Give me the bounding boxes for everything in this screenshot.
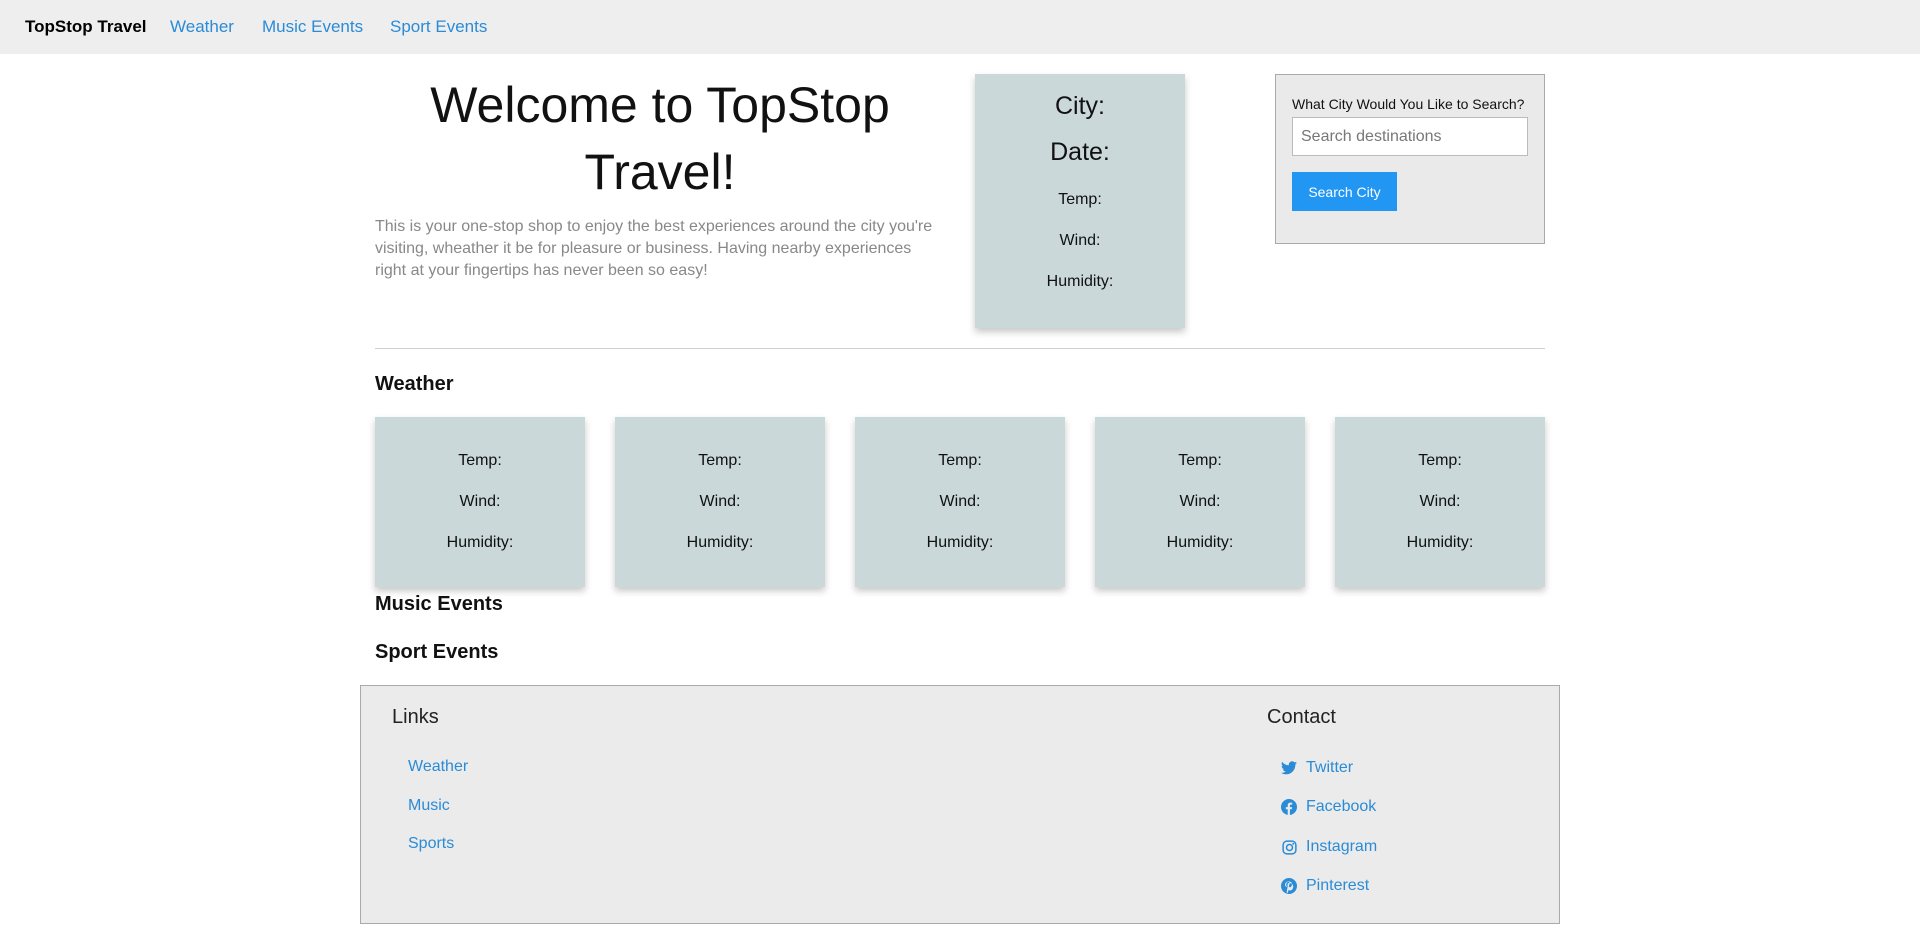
top-navbar: TopStop Travel Weather Music Events Spor…: [0, 0, 1920, 54]
city-search-panel: What City Would You Like to Search? Sear…: [1275, 74, 1545, 244]
section-divider: [375, 348, 1545, 349]
weather-section-heading: Weather: [375, 373, 454, 395]
forecast-temp: Temp:: [458, 452, 502, 469]
hero-description: This is your one-stop shop to enjoy the …: [375, 218, 933, 279]
pinterest-label: Pinterest: [1306, 877, 1370, 894]
facebook-label: Facebook: [1306, 798, 1377, 815]
pinterest-icon: [1281, 878, 1297, 894]
social-link-facebook[interactable]: Facebook: [1281, 796, 1376, 818]
instagram-icon: [1281, 839, 1297, 855]
date-label: Date:: [1050, 138, 1110, 166]
footer: [360, 685, 1560, 924]
forecast-wind: Wind:: [699, 493, 741, 510]
forecast-card: Temp: Wind: Humidity:: [855, 417, 1065, 587]
brand-logo-text[interactable]: TopStop Travel: [25, 17, 147, 37]
forecast-card: Temp: Wind: Humidity:: [1335, 417, 1545, 587]
nav-link-music-events[interactable]: Music Events: [262, 17, 363, 37]
forecast-humidity: Humidity:: [686, 534, 754, 551]
humidity-label: Humidity:: [1046, 273, 1114, 290]
current-weather-card: City: Date: Temp: Wind: Humidity:: [975, 74, 1185, 328]
forecast-wind: Wind:: [939, 493, 981, 510]
social-link-twitter[interactable]: Twitter: [1281, 757, 1353, 779]
social-link-pinterest[interactable]: Pinterest: [1281, 875, 1369, 897]
city-label: City:: [1055, 92, 1105, 120]
twitter-label: Twitter: [1306, 759, 1354, 776]
forecast-humidity: Humidity:: [446, 534, 514, 551]
footer-link-sports[interactable]: Sports: [408, 835, 454, 853]
search-input[interactable]: [1292, 117, 1528, 156]
footer-link-music[interactable]: Music: [408, 797, 450, 815]
instagram-label: Instagram: [1306, 838, 1378, 855]
forecast-wind: Wind:: [1419, 493, 1461, 510]
twitter-icon: [1281, 760, 1297, 776]
forecast-temp: Temp:: [1418, 452, 1462, 469]
footer-link-weather[interactable]: Weather: [408, 758, 468, 776]
forecast-wind: Wind:: [459, 493, 501, 510]
social-link-instagram[interactable]: Instagram: [1281, 836, 1377, 858]
forecast-humidity: Humidity:: [1166, 534, 1234, 551]
forecast-card: Temp: Wind: Humidity:: [615, 417, 825, 587]
forecast-card: Temp: Wind: Humidity:: [375, 417, 585, 587]
forecast-humidity: Humidity:: [1406, 534, 1474, 551]
footer-contact-heading: Contact: [1267, 706, 1336, 728]
search-city-button[interactable]: Search City: [1292, 172, 1397, 211]
forecast-card: Temp: Wind: Humidity:: [1095, 417, 1305, 587]
music-events-heading: Music Events: [375, 593, 503, 615]
sport-events-heading: Sport Events: [375, 641, 499, 663]
page-title: Welcome to TopStop Travel!: [430, 77, 890, 200]
nav-link-sport-events[interactable]: Sport Events: [390, 17, 487, 37]
forecast-wind: Wind:: [1179, 493, 1221, 510]
forecast-temp: Temp:: [1178, 452, 1222, 469]
forecast-temp: Temp:: [698, 452, 742, 469]
temp-label: Temp:: [1058, 191, 1102, 208]
footer-links-heading: Links: [392, 706, 439, 728]
wind-label: Wind:: [1059, 232, 1101, 249]
search-label: What City Would You Like to Search?: [1292, 96, 1525, 112]
forecast-temp: Temp:: [938, 452, 982, 469]
nav-link-weather[interactable]: Weather: [170, 17, 234, 37]
forecast-humidity: Humidity:: [926, 534, 994, 551]
facebook-icon: [1281, 799, 1297, 815]
